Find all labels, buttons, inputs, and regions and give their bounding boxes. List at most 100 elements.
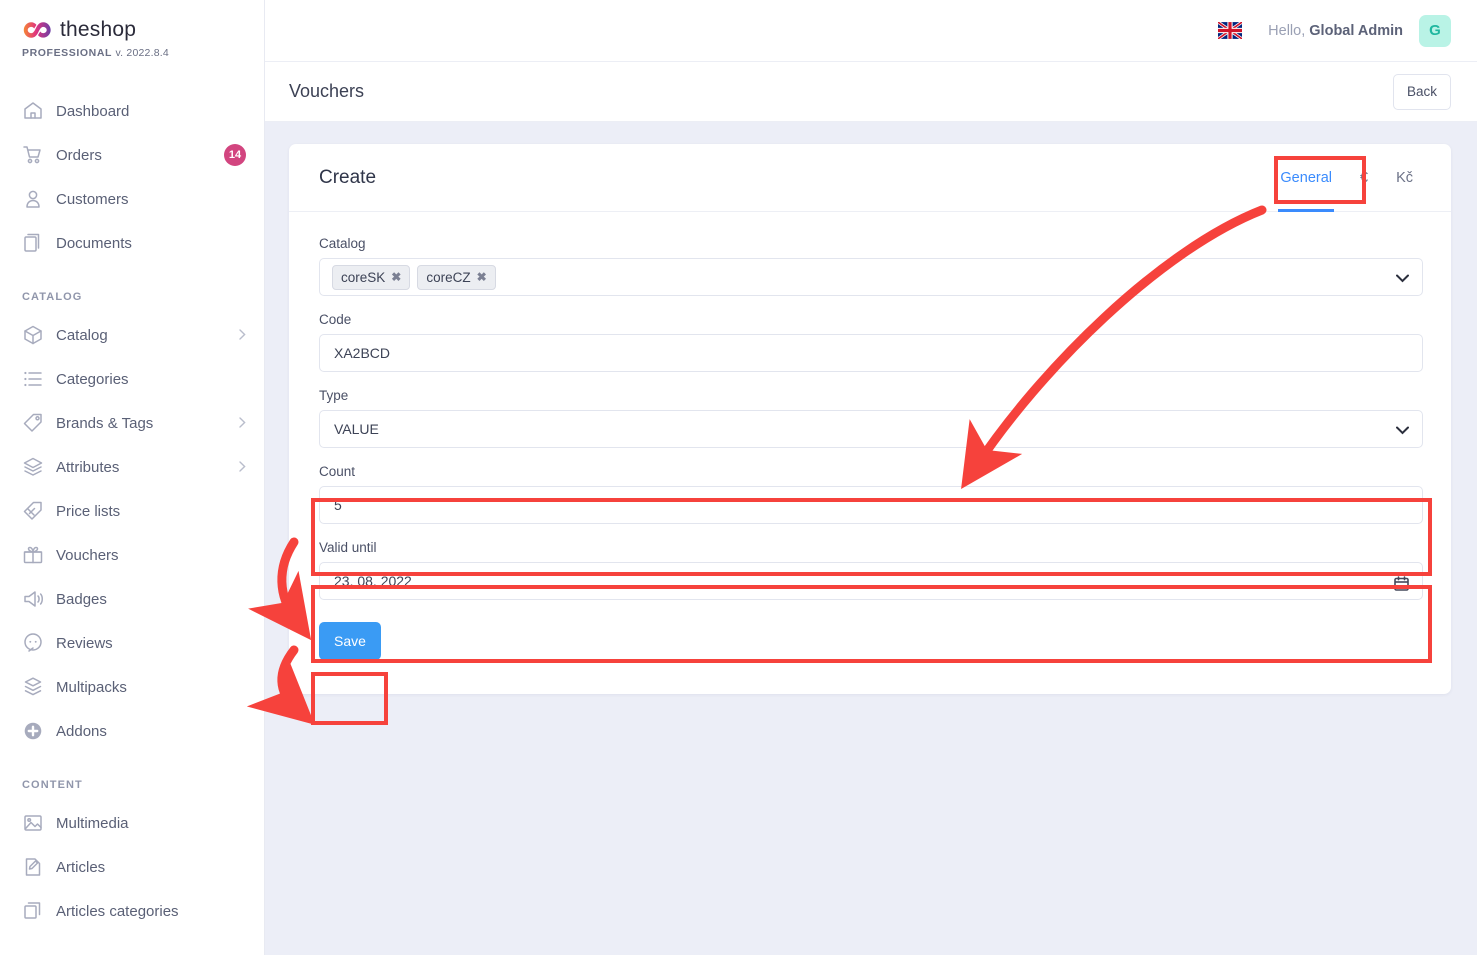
avatar-initial: G: [1429, 22, 1441, 39]
code-input[interactable]: XA2BCD: [319, 334, 1423, 372]
sidebar-item-price-lists[interactable]: Price lists: [0, 489, 264, 533]
chat-icon: [22, 632, 48, 654]
card-title: Create: [319, 166, 377, 188]
sidebar-item-articles[interactable]: Articles: [0, 845, 264, 889]
create-card: Create General € Kč Catalog coreSK ✖ coreCZ ✖…: [289, 144, 1451, 694]
sidebar-item-label: Orders: [56, 146, 102, 164]
count-field: Count 5: [319, 464, 1423, 524]
sidebar-item-reviews[interactable]: Reviews: [0, 621, 264, 665]
valid-until-label: Valid until: [319, 540, 377, 555]
calendar-icon[interactable]: [1394, 576, 1409, 591]
sidebar-item-badges[interactable]: Badges: [0, 577, 264, 621]
sidebar-section-catalog: CATALOG: [22, 291, 83, 303]
type-label: Type: [319, 388, 349, 403]
back-button[interactable]: Back: [1393, 73, 1451, 110]
type-select[interactable]: VALUE: [319, 410, 1423, 448]
sidebar-item-label: Reviews: [56, 634, 113, 652]
sidebar-item-multimedia[interactable]: Multimedia: [0, 801, 264, 845]
brand-edition: PROFESSIONAL: [22, 47, 113, 59]
sidebar-item-label: Vouchers: [56, 546, 119, 564]
sidebar-item-label: Dashboard: [56, 102, 130, 120]
home-icon: [22, 100, 48, 122]
sidebar-item-customers[interactable]: Customers: [0, 177, 264, 221]
sidebar-item-vouchers[interactable]: Vouchers: [0, 533, 264, 577]
brand-block[interactable]: theshop PROFESSIONAL v. 2022.8.4: [0, 0, 264, 59]
sidebar: theshop PROFESSIONAL v. 2022.8.4 Dashboa…: [0, 0, 265, 955]
tab-czk[interactable]: Kč: [1382, 144, 1427, 212]
sidebar-item-articles-categories[interactable]: Articles categories: [0, 889, 264, 933]
sidebar-item-label: Categories: [56, 370, 129, 388]
close-icon[interactable]: ✖: [391, 270, 401, 284]
sidebar-section-content: CONTENT: [22, 779, 83, 791]
copy-icon: [22, 900, 48, 922]
type-field: Type VALUE: [319, 388, 1423, 448]
gift-icon: [22, 544, 48, 566]
tab-eur[interactable]: €: [1346, 144, 1382, 212]
top-bar: Hello, Global Admin G: [265, 0, 1477, 62]
catalog-field: Catalog coreSK ✖ coreCZ ✖: [319, 236, 1423, 296]
layers-icon: [22, 456, 48, 478]
valid-until-input[interactable]: 23. 08. 2022: [319, 562, 1423, 600]
sidebar-item-label: Articles categories: [56, 902, 179, 920]
list-icon: [22, 368, 48, 390]
count-label: Count: [319, 464, 356, 479]
sidebar-item-label: Multipacks: [56, 678, 127, 696]
valid-until-field: Valid until 23. 08. 2022: [319, 540, 1423, 600]
avatar[interactable]: G: [1419, 14, 1451, 47]
greeting: Hello, Global Admin: [1268, 23, 1403, 39]
multipack-icon: [22, 676, 48, 698]
price-tag-icon: [22, 500, 48, 522]
article-icon: [22, 856, 48, 878]
save-button[interactable]: Save: [319, 622, 381, 660]
catalog-multiselect[interactable]: coreSK ✖ coreCZ ✖: [319, 258, 1423, 296]
sidebar-item-label: Brands & Tags: [56, 414, 154, 432]
catalog-chip-label: coreCZ: [426, 269, 471, 285]
catalog-label: Catalog: [319, 236, 366, 251]
sidebar-item-label: Catalog: [56, 326, 108, 344]
sidebar-item-documents[interactable]: Documents: [0, 221, 264, 265]
sidebar-item-label: Price lists: [56, 502, 121, 520]
plus-circle-icon: [22, 720, 48, 742]
tag-icon: [22, 412, 48, 434]
sidebar-item-label: Attributes: [56, 458, 120, 476]
close-icon[interactable]: ✖: [477, 270, 487, 284]
page-title: Vouchers: [289, 81, 365, 101]
sidebar-item-label: Documents: [56, 234, 132, 252]
catalog-chip-label: coreSK: [341, 269, 386, 285]
card-header: Create General € Kč: [289, 144, 1451, 212]
sidebar-item-addons[interactable]: Addons: [0, 709, 264, 753]
card-body: Catalog coreSK ✖ coreCZ ✖ Code XA2BCD Type …: [289, 212, 1451, 694]
brand-name: theshop: [60, 18, 137, 41]
chevron-right-icon: [239, 328, 246, 342]
sidebar-item-catalog[interactable]: Catalog: [0, 313, 264, 357]
sidebar-item-dashboard[interactable]: Dashboard: [0, 89, 264, 133]
brand-subtitle: PROFESSIONAL v. 2022.8.4: [22, 47, 264, 59]
chevron-right-icon: [239, 416, 246, 430]
tab-general[interactable]: General: [1266, 144, 1346, 212]
greeting-prefix: Hello,: [1268, 22, 1306, 39]
save-row: Save: [319, 622, 1423, 660]
sidebar-item-badge: 14: [224, 144, 246, 166]
brand-version: v. 2022.8.4: [115, 47, 169, 59]
uk-flag-icon[interactable]: [1217, 20, 1244, 41]
content-area: Create General € Kč Catalog coreSK ✖ coreCZ ✖…: [265, 122, 1477, 955]
sidebar-item-categories[interactable]: Categories: [0, 357, 264, 401]
sidebar-item-attributes[interactable]: Attributes: [0, 445, 264, 489]
sidebar-item-orders[interactable]: Orders 14: [0, 133, 264, 177]
theshop-logo-icon: [22, 19, 52, 41]
image-icon: [22, 812, 48, 834]
catalog-chip[interactable]: coreCZ ✖: [417, 264, 496, 290]
code-label: Code: [319, 312, 352, 327]
sidebar-item-label: Articles: [56, 858, 106, 876]
user-icon: [22, 188, 48, 210]
page-header: Vouchers Back: [265, 62, 1477, 122]
sidebar-item-brands-tags[interactable]: Brands & Tags: [0, 401, 264, 445]
megaphone-icon: [22, 588, 48, 610]
sidebar-item-label: Customers: [56, 190, 129, 208]
sidebar-item-multipacks[interactable]: Multipacks: [0, 665, 264, 709]
count-input[interactable]: 5: [319, 486, 1423, 524]
cart-icon: [22, 144, 48, 166]
box-icon: [22, 324, 48, 346]
catalog-chip[interactable]: coreSK ✖: [332, 264, 411, 290]
chevron-right-icon: [239, 460, 246, 474]
